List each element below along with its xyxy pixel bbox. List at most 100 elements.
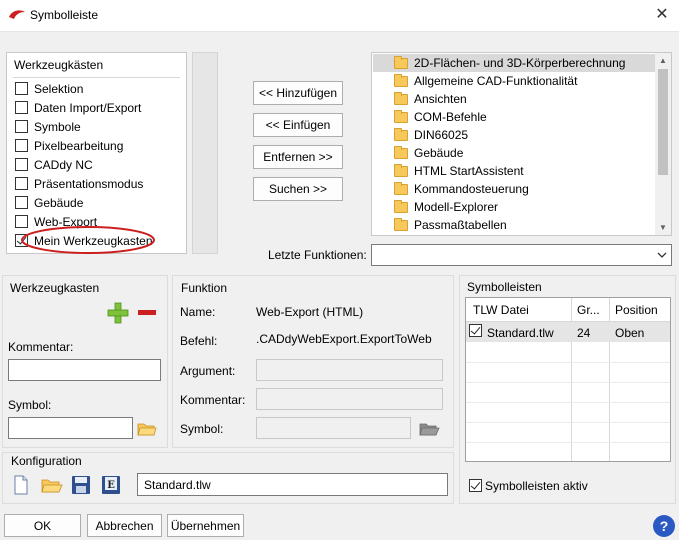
folder-icon [394, 73, 408, 87]
function-argument-input [256, 359, 443, 381]
toolbox-item-symbole[interactable]: Symbole [15, 117, 81, 136]
column-header-size[interactable]: Gr... [577, 303, 600, 317]
scroll-down-icon[interactable]: ▼ [659, 223, 667, 232]
category-label: Ansichten [414, 92, 467, 106]
apply-button[interactable]: Übernehmen [167, 514, 244, 537]
toolbox-group: Werkzeugkasten Kommentar: Symbol: [2, 275, 168, 448]
checkbox[interactable] [15, 158, 28, 171]
function-group-title: Funktion [181, 281, 228, 295]
folder-icon [394, 55, 408, 69]
insert-button[interactable]: << Einfügen [253, 113, 343, 137]
svg-text:E: E [107, 480, 115, 491]
category-label: Modell-Explorer [414, 200, 499, 214]
checkbox[interactable] [15, 101, 28, 114]
category-item[interactable]: Modell-Explorer [394, 198, 498, 216]
toolbox-comment-label: Kommentar: [8, 340, 74, 354]
remove-toolbox-minus-icon[interactable] [137, 309, 157, 317]
search-button[interactable]: Suchen >> [253, 177, 343, 201]
close-icon[interactable]: ✕ [652, 5, 672, 25]
toolbars-table[interactable]: TLW Datei Gr... Position Standard.tlw 24… [465, 297, 671, 462]
category-label: Allgemeine CAD-Funktionalität [414, 74, 578, 88]
config-file-input[interactable]: Standard.tlw [137, 473, 448, 496]
table-row[interactable]: Standard.tlw 24 Oben [466, 322, 670, 342]
config-group-title: Konfiguration [11, 454, 82, 468]
ok-button[interactable]: OK [4, 514, 81, 537]
checkbox[interactable] [15, 196, 28, 209]
toolbox-list[interactable]: Werkzeugkästen Selektion Daten Import/Ex… [6, 52, 187, 254]
last-functions-dropdown[interactable] [371, 244, 672, 266]
row-position: Oben [615, 326, 645, 340]
save-as-icon[interactable]: E [101, 475, 121, 495]
category-item[interactable]: HTML StartAssistent [394, 162, 524, 180]
row-file: Standard.tlw [487, 326, 554, 340]
toolbox-comment-input[interactable] [8, 359, 161, 381]
toolbox-item-caddy-nc[interactable]: CADdy NC [15, 155, 93, 174]
category-item[interactable]: DIN66025 [394, 126, 468, 144]
folder-icon [394, 91, 408, 105]
cancel-button[interactable]: Abbrechen [87, 514, 162, 537]
function-argument-label: Argument: [180, 364, 236, 378]
function-symbol-label: Symbol: [180, 422, 224, 436]
function-command-value: .CADdyWebExport.ExportToWeb [256, 332, 432, 346]
row-checkbox[interactable] [469, 324, 482, 337]
scroll-up-icon[interactable]: ▲ [659, 56, 667, 65]
row-line [466, 382, 670, 383]
vertical-scrollbar[interactable]: ▲ ▼ [655, 53, 671, 235]
category-item[interactable]: Ansichten [394, 90, 467, 108]
category-item[interactable]: Passmaßtabellen [394, 216, 507, 234]
folder-icon [394, 181, 408, 195]
category-label: Passmaßtabellen [414, 218, 507, 232]
checkbox[interactable] [15, 139, 28, 152]
toolbox-item-label: Selektion [34, 81, 84, 96]
function-comment-input [256, 388, 443, 410]
toolbox-item-selektion[interactable]: Selektion [15, 79, 83, 98]
remove-button[interactable]: Entfernen >> [253, 145, 343, 169]
toolbox-item-label: Daten Import/Export [34, 100, 142, 115]
folder-icon [394, 199, 408, 213]
function-group: Funktion Name: Web-Export (HTML) Befehl:… [172, 275, 454, 448]
category-item[interactable]: Allgemeine CAD-Funktionalität [394, 72, 577, 90]
column-header-position[interactable]: Position [615, 303, 658, 317]
list-spacer [192, 52, 218, 254]
title-bar: Symbolleiste ✕ [0, 0, 679, 32]
toolbox-item-pixelbearbeitung[interactable]: Pixelbearbeitung [15, 136, 123, 155]
category-item[interactable]: COM-Befehle [394, 108, 487, 126]
function-comment-label: Kommentar: [180, 393, 246, 407]
toolbox-item-label: Symbole [34, 119, 81, 134]
open-config-folder-icon[interactable] [41, 477, 63, 493]
checkbox[interactable] [15, 177, 28, 190]
folder-icon [394, 145, 408, 159]
toolbox-symbol-input[interactable] [8, 417, 133, 439]
toolbox-item-praesentationsmodus[interactable]: Präsentationsmodus [15, 174, 143, 193]
scrollbar-thumb[interactable] [658, 69, 668, 175]
new-file-icon[interactable] [13, 475, 29, 495]
category-item[interactable]: Gebäude [394, 144, 463, 162]
open-folder-icon[interactable] [137, 421, 157, 436]
help-icon[interactable]: ? [653, 515, 675, 537]
checkbox[interactable] [15, 82, 28, 95]
checkbox[interactable] [15, 120, 28, 133]
last-functions-label: Letzte Funktionen: [268, 248, 367, 262]
category-item[interactable]: Kommandosteuerung [394, 180, 529, 198]
highlight-ellipse [21, 226, 155, 254]
function-name-value: Web-Export (HTML) [256, 305, 364, 319]
function-category-list[interactable]: 2D-Flächen- und 3D-Körperberechnung Allg… [371, 52, 672, 236]
toolbox-group-title: Werkzeugkasten [10, 281, 100, 295]
toolbox-item-daten-import-export[interactable]: Daten Import/Export [15, 98, 141, 117]
add-toolbox-plus-icon[interactable] [107, 302, 129, 324]
config-file-value: Standard.tlw [144, 478, 211, 492]
category-item[interactable]: 2D-Flächen- und 3D-Körperberechnung [394, 54, 625, 72]
toolbars-active-checkbox[interactable] [469, 479, 482, 492]
toolbox-item-label: Pixelbearbeitung [34, 138, 124, 153]
add-button[interactable]: << Hinzufügen [253, 81, 343, 105]
folder-icon [394, 163, 408, 177]
category-label: Kommandosteuerung [414, 182, 529, 196]
folder-icon [394, 109, 408, 123]
row-line [466, 442, 670, 443]
column-header-file[interactable]: TLW Datei [473, 303, 529, 317]
save-icon[interactable] [71, 475, 91, 495]
category-label: Gebäude [414, 146, 464, 160]
category-label: COM-Befehle [414, 110, 487, 124]
list-divider [13, 77, 180, 78]
toolbox-item-gebaeude[interactable]: Gebäude [15, 193, 83, 212]
